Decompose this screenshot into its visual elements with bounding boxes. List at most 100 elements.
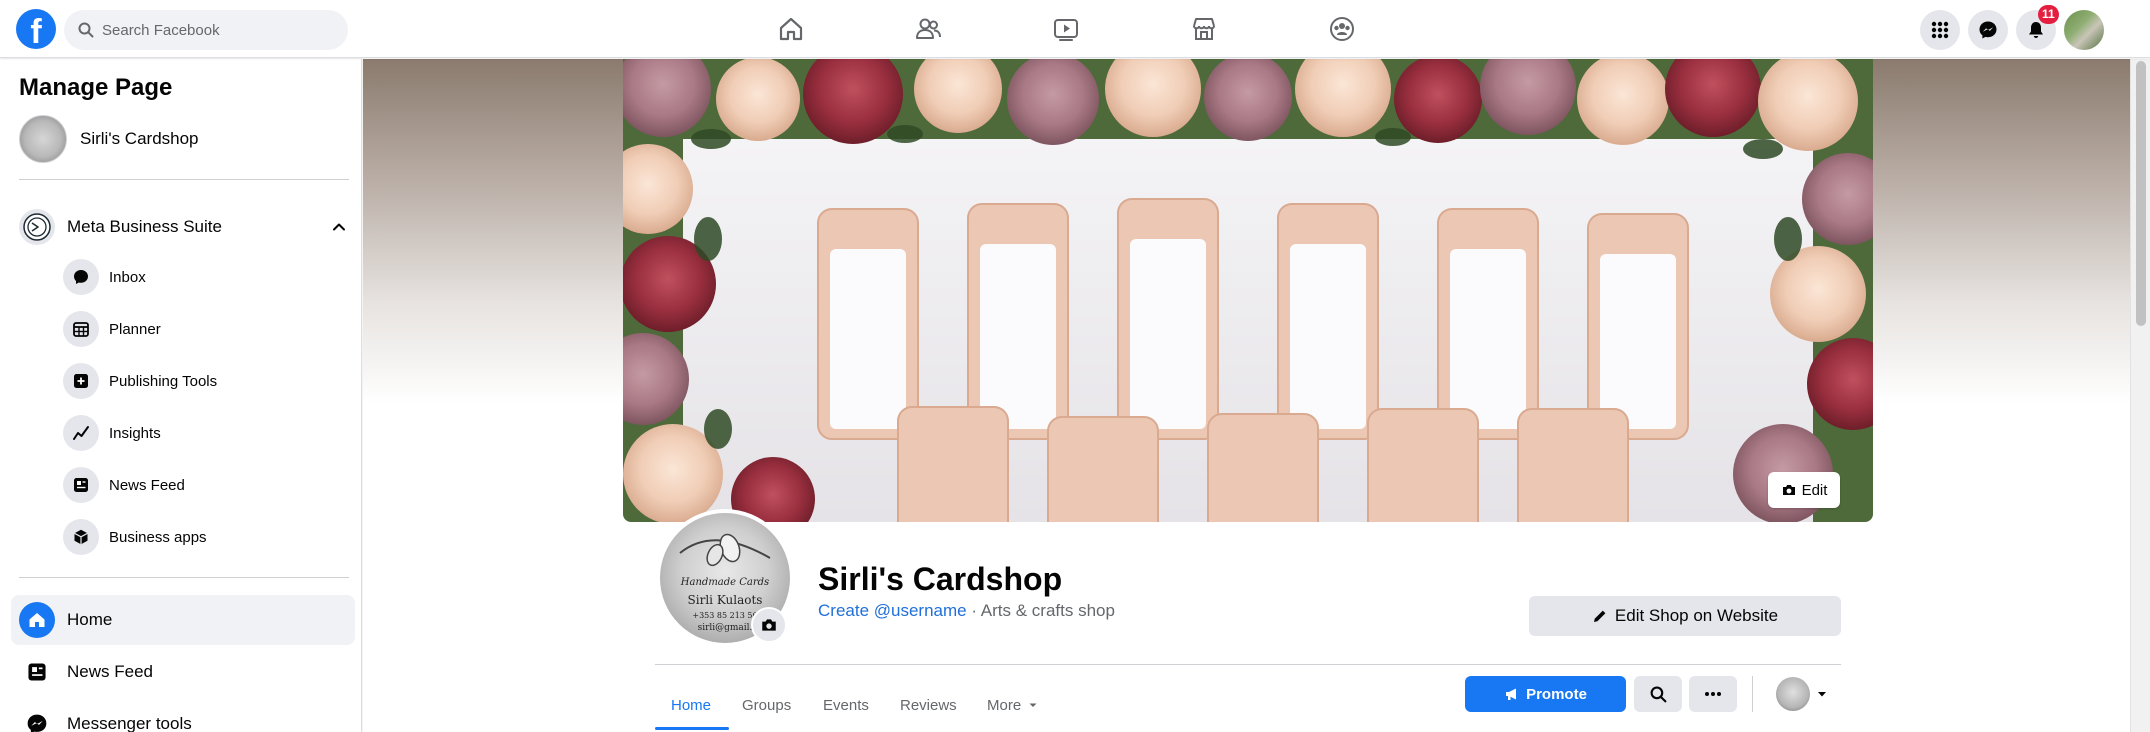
sidebar-page-link[interactable]: Sirli's Cardshop xyxy=(19,115,199,163)
caret-down-icon xyxy=(1029,703,1037,707)
sidebar-page-name: Sirli's Cardshop xyxy=(80,129,199,148)
watch-icon xyxy=(1054,19,1078,41)
nav-marketplace[interactable] xyxy=(1159,0,1249,58)
news-feed-icon xyxy=(19,654,55,690)
search-input[interactable] xyxy=(102,10,332,50)
chat-bubble-icon xyxy=(63,259,99,295)
sidebar-item-publishing-tools[interactable]: Publishing Tools xyxy=(63,361,353,401)
update-profile-picture-button[interactable] xyxy=(751,607,787,643)
page-subline: Create @username · Arts & crafts shop xyxy=(818,601,1115,621)
sidebar-item-label: News Feed xyxy=(67,662,153,681)
publishing-tools-icon xyxy=(63,363,99,399)
chevron-up-icon xyxy=(329,217,349,237)
page-avatar-small xyxy=(1776,677,1810,711)
meta-business-suite-toggle[interactable]: Meta Business Suite xyxy=(19,203,349,251)
action-separator xyxy=(1752,676,1753,712)
page-search-button[interactable] xyxy=(1634,676,1682,712)
edit-cover-label: Edit xyxy=(1801,481,1828,499)
page-category: · Arts & crafts shop xyxy=(966,601,1115,620)
profile-pic-text: Handmade Cards xyxy=(680,577,770,588)
sidebar-item-news-feed-main[interactable]: News Feed xyxy=(11,647,355,697)
sidebar-title: Manage Page xyxy=(19,74,173,101)
cube-icon xyxy=(63,519,99,555)
manage-page-sidebar: Manage Page Sirli's Cardshop Meta Busine… xyxy=(0,59,362,732)
tab-groups[interactable]: Groups xyxy=(734,679,799,731)
grid-menu-icon xyxy=(1931,21,1949,39)
home-icon xyxy=(779,17,803,41)
sidebar-divider xyxy=(19,577,349,578)
profile-avatar[interactable] xyxy=(2064,10,2104,50)
camera-icon xyxy=(1782,485,1795,495)
meta-business-suite-icon xyxy=(19,209,55,245)
page-scrollbar[interactable] xyxy=(2130,59,2150,732)
ellipsis-icon xyxy=(1705,692,1721,696)
notification-count-badge: 11 xyxy=(2038,5,2059,24)
sidebar-divider xyxy=(19,179,349,180)
account-controls: 11 xyxy=(1910,0,2150,58)
marketplace-icon xyxy=(1193,18,1215,40)
sidebar-item-label: Home xyxy=(67,610,113,629)
tab-reviews[interactable]: Reviews xyxy=(892,679,965,731)
edit-shop-label: Edit Shop on Website xyxy=(1614,606,1779,625)
megaphone-icon xyxy=(1506,688,1517,700)
promote-label: Promote xyxy=(1526,685,1587,703)
top-navigation-bar: f 11 xyxy=(0,0,2150,58)
meta-business-suite-label: Meta Business Suite xyxy=(67,217,222,236)
cover-image xyxy=(623,59,1873,522)
promote-button[interactable]: Promote xyxy=(1465,676,1626,712)
news-feed-icon xyxy=(63,467,99,503)
caret-down-icon xyxy=(1818,692,1826,697)
insights-icon xyxy=(63,415,99,451)
nav-home[interactable] xyxy=(746,0,836,58)
nav-friends[interactable] xyxy=(883,0,973,58)
page-main-content: Edit Handmade Cards Sirli Kulaots +353 8… xyxy=(363,59,2130,732)
nav-groups[interactable] xyxy=(1297,0,1387,58)
sidebar-item-label: Business apps xyxy=(109,528,207,546)
sidebar-item-planner[interactable]: Planner xyxy=(63,309,353,349)
messenger-icon xyxy=(19,706,55,732)
tab-events[interactable]: Events xyxy=(815,679,877,731)
page-thumbnail xyxy=(19,115,67,163)
page-more-options-button[interactable] xyxy=(1689,676,1737,712)
tabs-divider xyxy=(655,664,1841,665)
page-title: Sirli's Cardshop xyxy=(818,561,1063,597)
edit-shop-button[interactable]: Edit Shop on Website xyxy=(1529,596,1841,636)
pencil-icon xyxy=(1593,610,1606,622)
camera-icon xyxy=(762,619,776,631)
profile-pic-text: Sirli Kulaots xyxy=(687,593,763,607)
messenger-button[interactable] xyxy=(1968,10,2008,50)
search-icon xyxy=(1650,686,1666,702)
groups-icon xyxy=(1330,17,1354,41)
active-tab-indicator xyxy=(655,727,729,730)
sidebar-item-inbox[interactable]: Inbox xyxy=(63,257,353,297)
cover-photo[interactable] xyxy=(623,59,1873,522)
facebook-logo[interactable]: f xyxy=(16,9,56,49)
sidebar-item-label: Planner xyxy=(109,320,161,338)
friends-icon xyxy=(916,18,941,39)
tab-more[interactable]: More xyxy=(979,679,1047,731)
sidebar-item-business-apps[interactable]: Business apps xyxy=(63,517,353,557)
sidebar-item-label: News Feed xyxy=(109,476,185,494)
scrollbar-thumb[interactable] xyxy=(2136,61,2146,326)
messenger-icon xyxy=(1979,21,1997,39)
sidebar-item-label: Insights xyxy=(109,424,161,442)
create-username-link[interactable]: Create @username xyxy=(818,601,967,620)
sidebar-item-messenger-tools[interactable]: Messenger tools xyxy=(11,699,355,732)
notifications-button[interactable]: 11 xyxy=(2016,5,2059,50)
sidebar-item-insights[interactable]: Insights xyxy=(63,413,353,453)
search-icon xyxy=(78,22,94,38)
sidebar-item-label: Publishing Tools xyxy=(109,372,218,390)
sidebar-item-label: Inbox xyxy=(109,268,146,286)
nav-watch[interactable] xyxy=(1021,0,1111,58)
sidebar-item-home[interactable]: Home xyxy=(11,595,355,645)
sidebar-item-label: Messenger tools xyxy=(67,714,192,732)
sidebar-item-news-feed[interactable]: News Feed xyxy=(63,465,353,505)
tab-more-label: More xyxy=(987,696,1022,714)
switch-profile-button[interactable] xyxy=(1766,676,1838,712)
edit-cover-button[interactable]: Edit xyxy=(1768,472,1840,508)
tab-home[interactable]: Home xyxy=(663,679,719,731)
menu-button[interactable] xyxy=(1920,10,1960,50)
home-icon xyxy=(19,602,55,638)
search-box[interactable] xyxy=(64,10,348,50)
calendar-icon xyxy=(63,311,99,347)
